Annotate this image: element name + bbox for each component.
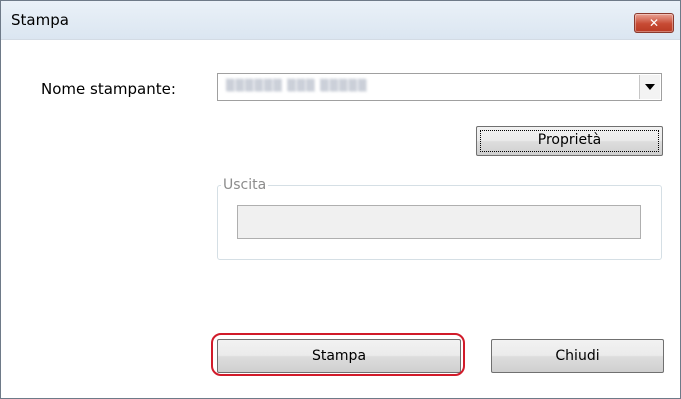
- output-group-legend: Uscita: [221, 177, 269, 193]
- close-icon: ✕: [648, 16, 660, 30]
- chevron-down-icon[interactable]: [639, 75, 660, 99]
- print-dialog: Stampa ✕ Nome stampante: ▒▒▒▒▒▒ ▒▒▒ ▒▒▒▒…: [0, 0, 681, 399]
- window-title: Stampa: [11, 11, 69, 29]
- close-window-button[interactable]: ✕: [634, 13, 674, 33]
- close-button-label: Chiudi: [555, 348, 600, 364]
- printer-select[interactable]: ▒▒▒▒▒▒ ▒▒▒ ▒▒▒▒▒: [217, 73, 662, 101]
- print-button-highlight: [211, 333, 465, 376]
- focus-rectangle: [480, 130, 659, 152]
- output-field: [237, 205, 641, 239]
- dialog-body: Nome stampante: ▒▒▒▒▒▒ ▒▒▒ ▒▒▒▒▒ Proprie…: [1, 40, 680, 398]
- properties-button[interactable]: Proprietà: [476, 126, 663, 156]
- title-bar[interactable]: Stampa ✕: [1, 1, 680, 40]
- printer-name-value: ▒▒▒▒▒▒ ▒▒▒ ▒▒▒▒▒: [226, 79, 368, 92]
- close-button[interactable]: Chiudi: [491, 339, 664, 373]
- printer-name-label: Nome stampante:: [41, 80, 176, 98]
